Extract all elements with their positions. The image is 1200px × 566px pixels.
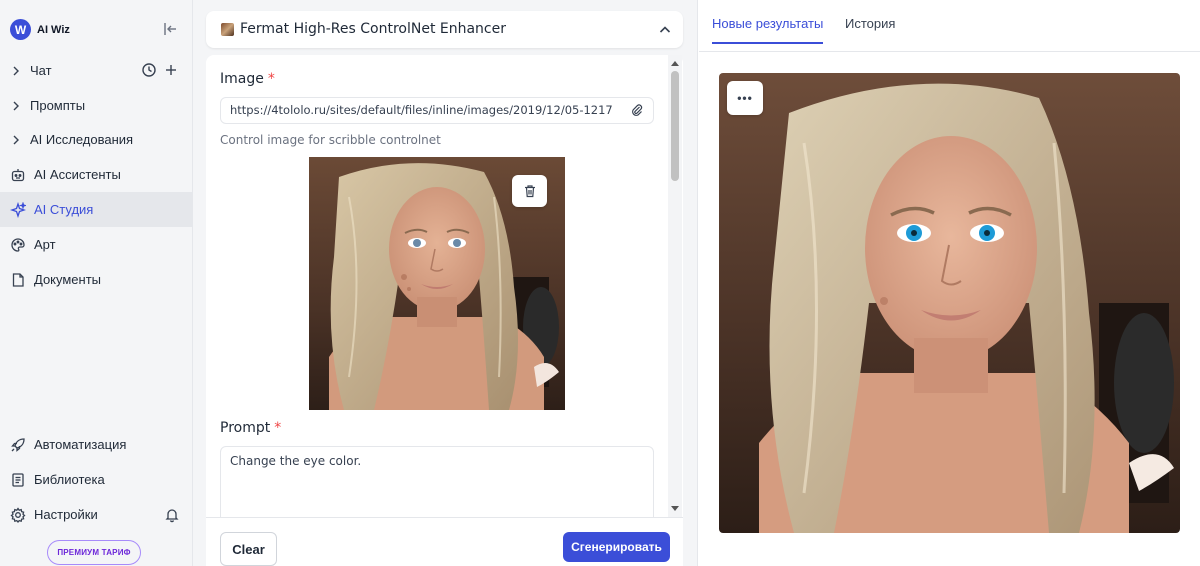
sidebar-item-label: AI Исследования: [30, 132, 134, 147]
sidebar-item-label: Арт: [34, 237, 56, 252]
paperclip-icon[interactable]: [630, 103, 644, 117]
robot-icon: [11, 169, 25, 182]
sidebar-item-label: Чат: [30, 63, 52, 78]
sidebar-item-label: Автоматизация: [34, 437, 127, 452]
bell-icon[interactable]: [164, 507, 180, 523]
sidebar-item-label: Библиотека: [34, 472, 105, 487]
sidebar-item-settings[interactable]: Настройки: [0, 497, 192, 532]
scroll-thumb[interactable]: [671, 71, 679, 181]
generate-button[interactable]: Сгенерировать: [563, 532, 670, 562]
generated-image: [719, 73, 1180, 533]
brand-logo: W: [10, 19, 31, 40]
sparkle-icon: [10, 202, 26, 218]
gear-icon: [10, 507, 26, 523]
chevron-right-icon: [13, 66, 19, 76]
chevron-up-icon[interactable]: [658, 23, 672, 37]
result-image[interactable]: [719, 73, 1180, 533]
prompt-textarea[interactable]: Change the eye color.: [220, 446, 654, 517]
sidebar-item-automation[interactable]: Автоматизация: [0, 427, 192, 462]
sidebar: W AI Wiz Чат Промпты AI Исследования AI …: [0, 0, 193, 566]
library-icon: [12, 473, 24, 487]
sidebar-item-studio[interactable]: AI Студия: [0, 192, 192, 227]
brand[interactable]: W AI Wiz: [10, 19, 70, 40]
sidebar-item-label: Настройки: [34, 507, 98, 522]
palette-icon: [11, 238, 25, 252]
form-scrollbar[interactable]: [668, 55, 682, 517]
delete-image-button[interactable]: [512, 175, 547, 207]
sidebar-item-label: AI Ассистенты: [34, 167, 121, 182]
more-options-button[interactable]: •••: [727, 81, 763, 115]
required-mark: *: [267, 71, 275, 87]
sidebar-item-label: Промпты: [30, 98, 86, 113]
collapse-sidebar-icon[interactable]: [162, 21, 178, 37]
tab-new-results[interactable]: Новые результаты: [712, 16, 824, 44]
sidebar-item-chat[interactable]: Чат: [0, 53, 192, 88]
image-url-input[interactable]: https://4tololo.ru/sites/default/files/i…: [220, 97, 654, 124]
scroll-up-arrow[interactable]: [671, 61, 679, 66]
image-label-text: Image: [220, 71, 264, 87]
sidebar-item-documents[interactable]: Документы: [0, 262, 192, 297]
required-mark: *: [274, 420, 282, 436]
sidebar-item-label: Документы: [34, 272, 102, 287]
model-title: Fermat High-Res ControlNet Enhancer: [240, 21, 506, 37]
tab-history[interactable]: История: [845, 16, 895, 42]
trash-icon: [524, 185, 535, 198]
prompt-field-label: Prompt *: [220, 420, 281, 436]
sidebar-item-library[interactable]: Библиотека: [0, 462, 192, 497]
results-tabs: Новые результаты История: [699, 0, 1200, 52]
brand-name: AI Wiz: [37, 23, 70, 36]
clear-button[interactable]: Clear: [220, 532, 277, 566]
chevron-right-icon: [13, 135, 19, 145]
history-icon[interactable]: [141, 62, 157, 78]
form-footer: Clear Сгенерировать: [206, 517, 683, 566]
image-field-label: Image *: [220, 71, 275, 87]
premium-plan-button[interactable]: ПРЕМИУМ ТАРИФ: [47, 540, 141, 565]
scroll-down-arrow[interactable]: [671, 506, 679, 511]
sidebar-item-prompts[interactable]: Промпты: [0, 88, 192, 123]
model-thumbnail: [221, 23, 234, 36]
generator-panel: Fermat High-Res ControlNet Enhancer Imag…: [193, 0, 698, 566]
form-card: Image * https://4tololo.ru/sites/default/…: [206, 55, 683, 517]
chevron-right-icon: [13, 101, 19, 111]
document-icon: [12, 273, 24, 287]
image-helper-text: Control image for scribble controlnet: [220, 133, 441, 147]
rocket-icon: [11, 438, 25, 452]
sidebar-item-research[interactable]: AI Исследования: [0, 122, 192, 157]
plus-icon[interactable]: [163, 62, 179, 78]
sidebar-item-assistants[interactable]: AI Ассистенты: [0, 157, 192, 192]
model-header[interactable]: Fermat High-Res ControlNet Enhancer: [206, 11, 683, 48]
prompt-label-text: Prompt: [220, 420, 271, 436]
sidebar-item-label: AI Студия: [34, 202, 94, 217]
results-panel: Новые результаты История •••: [699, 0, 1200, 566]
sidebar-item-art[interactable]: Арт: [0, 227, 192, 262]
